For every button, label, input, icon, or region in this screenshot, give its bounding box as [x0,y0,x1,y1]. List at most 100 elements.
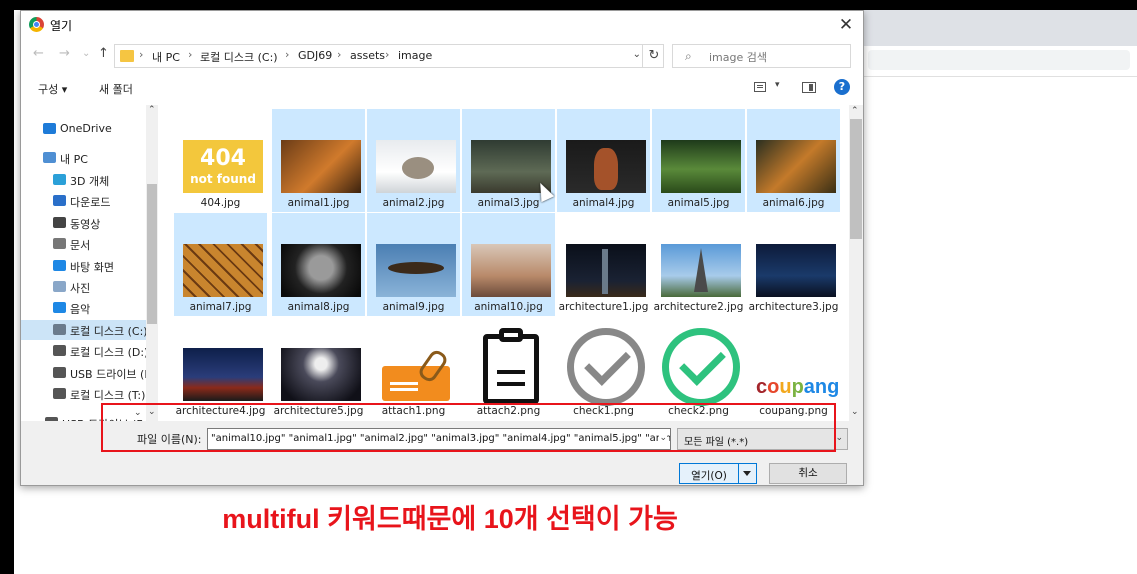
scroll-up-icon[interactable]: ⌃ [851,106,859,116]
file-name: animal4.jpg [572,197,635,209]
file-item[interactable]: animal4.jpg [557,109,650,212]
sidebar-item-label: 음악 [70,303,91,316]
file-name: animal2.jpg [382,197,445,209]
usb-drive-icon [53,367,66,378]
view-options-dropdown[interactable]: ▾ [775,80,780,90]
sidebar-item-label: 3D 개체 [70,175,110,188]
file-item[interactable]: architecture1.jpg [557,213,650,316]
file-thumbnail [756,244,836,297]
up-button[interactable]: ↑ [98,46,109,61]
new-folder-button[interactable]: 새 폴더 [99,81,133,97]
film-icon [53,217,66,228]
search-icon: ⌕ [685,49,692,63]
file-name: animal9.jpg [382,301,445,313]
browser-tab-strip [862,10,1137,46]
card-lines [390,388,418,391]
breadcrumb-assets[interactable]: assets [350,49,385,62]
browser-address-bar[interactable] [868,50,1130,70]
navigation-scrollbar-thumb[interactable] [147,184,157,324]
sidebar-item[interactable]: 로컬 디스크 (D:) [21,341,147,361]
check-circle-icon [566,328,646,406]
file-item[interactable]: animal9.jpg [367,213,460,316]
file-item[interactable]: 404 not found 404.jpg [174,109,267,212]
search-placeholder: image 검색 [709,51,767,64]
breadcrumb-separator: › [139,48,144,61]
scroll-down-icon[interactable]: ⌄ [851,407,859,417]
download-icon [53,195,66,206]
sidebar-item[interactable]: 다운로드 [21,191,147,211]
sidebar-item-label: 로컬 디스크 (C:) [70,325,147,338]
music-icon [53,302,66,313]
drive-icon [53,345,66,356]
sidebar-item[interactable]: OneDrive [21,119,147,139]
sidebar-item[interactable]: 동영상 [21,213,147,233]
file-thumbnail: coupang [756,348,839,401]
recent-locations-button[interactable]: ⌄ [82,48,90,59]
annotation-caption: multiful 키워드때문에 10개 선택이 가능 [222,504,678,534]
file-name: 404.jpg [200,197,241,209]
file-item[interactable]: architecture3.jpg [747,213,840,316]
help-icon[interactable]: ? [834,79,850,95]
clipboard-line [497,370,525,374]
thumbnail-text: 404 [200,146,246,171]
file-item[interactable]: animal1.jpg [272,109,365,212]
sidebar-item[interactable]: 사진 [21,277,147,297]
close-button[interactable]: ✕ [835,14,857,36]
sidebar-item[interactable]: 문서 [21,234,147,254]
chrome-icon [29,17,44,32]
chevron-down-icon[interactable]: ⌄ [633,49,641,60]
breadcrumb-image[interactable]: image [398,49,432,62]
breadcrumb-gdj69[interactable]: GDJ69 [298,49,332,62]
file-item[interactable]: animal10.jpg [462,213,555,316]
file-item[interactable]: animal6.jpg [747,109,840,212]
address-bar[interactable]: › 내 PC › 로컬 디스크 (C:) › GDJ69 › assets › … [114,44,664,68]
sidebar-item[interactable]: 바탕 화면 [21,256,147,276]
back-button[interactable]: ← [33,46,44,61]
cancel-button[interactable]: 취소 [769,463,847,484]
search-box[interactable]: ⌕ image 검색 [672,44,851,68]
sidebar-item[interactable]: 음악 [21,298,147,318]
file-item[interactable]: animal2.jpg [367,109,460,212]
file-item[interactable]: architecture2.jpg [652,213,745,316]
breadcrumb-local-disk-c[interactable]: 로컬 디스크 (C:) [200,49,278,65]
open-options-dropdown[interactable] [738,464,756,483]
file-name: architecture2.jpg [653,301,744,313]
file-name: architecture1.jpg [558,301,649,313]
file-name: architecture3.jpg [748,301,839,313]
file-list-scrollbar-thumb[interactable] [850,119,862,239]
navigation-bar: ← → ⌄ ↑ › 내 PC › 로컬 디스크 (C:) › GDJ69 › a… [21,41,863,71]
sidebar-item[interactable]: 내 PC [21,148,147,168]
sidebar-item-label: 다운로드 [70,196,111,209]
file-name: animal10.jpg [474,301,543,313]
file-thumbnail [471,244,551,297]
file-thumbnail: 404 not found [183,140,263,193]
command-bar: 구성 ▾ 새 폴더 ▾ ? [21,75,863,101]
file-thumbnail [183,348,263,401]
breadcrumb-my-pc[interactable]: 내 PC [152,49,180,65]
sidebar-item[interactable]: USB 드라이브 (F:) [21,363,147,383]
open-button[interactable]: 열기(O) [679,463,757,484]
sidebar-item-label: 로컬 디스크 (T:) [70,389,146,402]
file-item[interactable]: animal5.jpg [652,109,745,212]
refresh-button[interactable]: ↻ [642,45,665,67]
drive-icon [53,324,66,335]
file-thumbnail [281,140,361,193]
file-thumbnail [661,140,741,193]
forward-button[interactable]: → [59,46,70,61]
file-item[interactable]: animal7.jpg [174,213,267,316]
preview-pane-icon[interactable] [802,82,816,93]
file-item[interactable]: animal8.jpg [272,213,365,316]
sidebar-item[interactable]: 로컬 디스크 (T:) [21,384,147,404]
dialog-title: 열기 [50,19,73,33]
open-button-label: 열기(O) [691,470,727,482]
drive-icon [53,388,66,399]
chevron-down-icon: ⌄ [835,433,843,443]
scroll-up-icon[interactable]: ⌃ [148,105,156,115]
view-icon[interactable] [754,82,766,92]
organize-menu[interactable]: 구성 ▾ [38,81,67,97]
file-thumbnail [756,140,836,193]
sidebar-item-label: USB 드라이브 (F:) [70,368,147,381]
sidebar-item[interactable]: 로컬 디스크 (C:) [21,320,147,340]
file-thumbnail [376,140,456,193]
sidebar-item[interactable]: 3D 개체 [21,170,147,190]
